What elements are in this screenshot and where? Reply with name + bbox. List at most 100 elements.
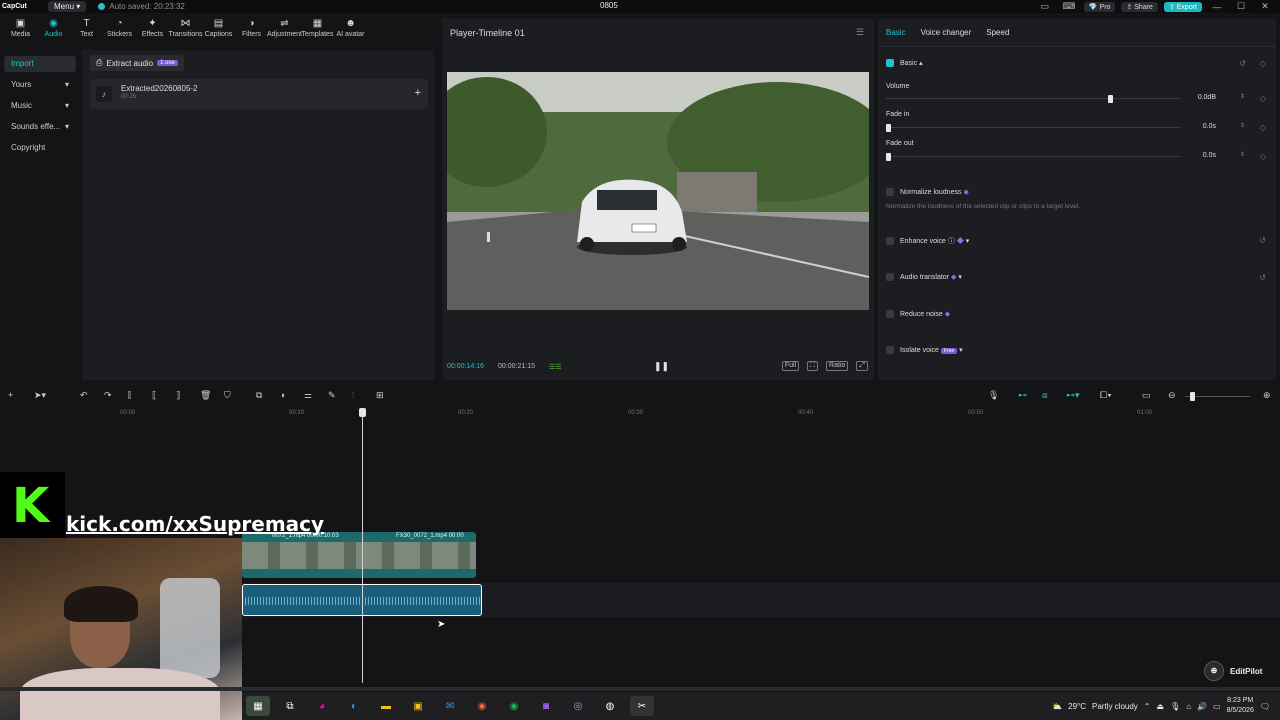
audio-item[interactable]: ♪ Extracted20260805-2 00:26 + [90,79,428,109]
hamburger-menu-icon[interactable]: ☰ [856,27,864,38]
redo-icon[interactable]: ↷ [104,390,112,401]
translator-checkbox[interactable] [886,273,894,282]
video-clip-track[interactable]: 0072_1.mp4 00:00:10:03 FX30_0072_1.mp4 0… [242,532,476,578]
keyframe-icon[interactable]: ◇ [1260,59,1266,68]
fade-out-value[interactable]: 0.0s [1180,152,1216,159]
nav-import[interactable]: Import [4,56,76,72]
weather-temp[interactable]: 29°C [1068,702,1086,711]
split-right-icon[interactable]: ⟧ [176,390,180,401]
brush-icon[interactable]: ✎ [328,390,336,401]
timeline-view-icon[interactable]: ☰☰ [549,363,562,371]
tool-filters[interactable]: ◑ Filters [235,18,268,46]
obs-icon[interactable]: ◍ [598,696,622,716]
reduce-noise-row[interactable]: Reduce noise ◆ [886,310,950,319]
steam-icon[interactable]: ◎ [566,696,590,716]
playhead[interactable] [362,408,363,683]
linkage-icon[interactable]: ⊷▾ [1066,390,1080,401]
minimize-icon[interactable]: — [1208,2,1226,12]
tool-captions[interactable]: ▤ Captions [202,18,235,46]
eject-icon[interactable]: ⏏ [1157,702,1165,711]
fullscreen-icon[interactable]: ⤢ [856,361,868,371]
volume-value[interactable]: 0.0dB [1180,94,1216,101]
volume-slider-knob[interactable] [1108,95,1113,103]
reduce-noise-checkbox[interactable] [886,310,894,319]
mask-icon[interactable]: ◐ [281,390,286,400]
reset-icon[interactable]: ↺ [1239,59,1246,68]
crop-icon[interactable]: ⧉ [256,390,262,401]
tool-ai-avatar[interactable]: ☻ AI avatar [334,18,367,46]
tool-transitions[interactable]: ⋈ Transitions [169,18,203,46]
nav-music[interactable]: Music ▾ [4,98,76,114]
layout-icon[interactable]: ▭ [1036,1,1054,12]
keyframe-icon[interactable]: ◇ [1260,94,1266,103]
ratio-button[interactable]: Ratio [826,361,849,371]
keyframe-icon[interactable]: ◇ [1260,152,1266,161]
zoom-out-icon[interactable]: ⊖ [1168,390,1176,401]
stepper-icon[interactable]: ⇕ [1240,151,1245,158]
stepper-icon[interactable]: ⇕ [1240,93,1245,100]
fade-out-slider[interactable] [886,156,1181,157]
project-name[interactable]: 0805 [600,1,618,10]
reset-icon[interactable]: ↺ [1259,273,1266,282]
full-quality-button[interactable]: Full [781,361,800,371]
store-icon[interactable]: ▣ [406,696,430,716]
shortcuts-icon[interactable]: ⌨ [1060,1,1078,12]
notification-icon[interactable]: 🗨 [1260,702,1270,711]
reset-icon[interactable]: ↺ [1259,236,1266,245]
zoom-slider-knob[interactable] [1190,392,1195,401]
audio-wave-icon[interactable]: ⫶ [352,390,354,401]
nav-sound-effects[interactable]: Sounds effe... ▾ [4,119,76,135]
add-track-icon[interactable]: + [8,390,13,400]
enhance-voice-row[interactable]: Enhance voice ⓘ ◆ ▾ [886,236,969,246]
edge-icon[interactable]: ◐ [342,696,366,716]
menu-button[interactable]: Menu ▾ [48,1,87,12]
timeline-ruler[interactable]: 00:00 00:10 00:20 00:30 00:40 00:50 01:0… [0,406,1280,420]
discord-icon[interactable]: ◙ [534,696,558,716]
capcut-taskbar-icon[interactable]: ✂ [630,696,654,716]
video-preview[interactable] [447,72,869,310]
volume-icon[interactable]: 🔊 [1197,702,1207,711]
normalize-loudness-row[interactable]: Normalize loudness ◆ [886,188,969,197]
tool-text[interactable]: T Text [70,18,103,46]
undo-icon[interactable]: ↶ [80,390,88,401]
isolate-voice-row[interactable]: Isolate voice Free ▾ [886,346,963,355]
preview-axis-icon[interactable]: ⧠▾ [1100,390,1112,401]
main-track-magnet-icon[interactable]: ⊷ [1018,390,1027,401]
tab-basic[interactable]: Basic [886,28,906,37]
tab-voice-changer[interactable]: Voice changer [921,28,972,37]
delete-icon[interactable]: 🗑 [200,390,211,401]
file-explorer-icon[interactable]: ▬ [374,696,398,716]
select-tool-icon[interactable]: ➤▾ [34,390,46,401]
microphone-icon[interactable]: 🎙 [988,390,999,401]
nav-yours[interactable]: Yours ▾ [4,77,76,93]
weather-description[interactable]: Partly cloudy [1092,702,1138,711]
tool-templates[interactable]: ▦ Templates [301,18,334,46]
basic-checkbox[interactable] [886,59,894,68]
adjust-icon[interactable]: ⚌ [304,390,312,401]
basic-section-header[interactable]: Basic ▴ [886,59,923,68]
enhance-checkbox[interactable] [886,237,894,246]
outlook-icon[interactable]: ✉ [438,696,462,716]
playhead-handle[interactable] [359,408,366,417]
normalize-checkbox[interactable] [886,188,894,197]
auto-snap-icon[interactable]: ⧈ [1042,390,1048,401]
split-left-icon[interactable]: ⟦ [152,390,156,401]
volume-slider[interactable] [886,98,1181,99]
fade-out-slider-knob[interactable] [886,153,891,161]
chevron-up-icon[interactable]: ⌃ [1144,702,1151,711]
extract-audio-button[interactable]: ⎙ Extract audio 1 use [90,55,184,71]
zoom-in-icon[interactable]: ⊕ [1263,390,1271,401]
network-icon[interactable]: ⌂ [1186,702,1191,711]
isolate-checkbox[interactable] [886,346,894,355]
chrome-icon[interactable]: ◉ [470,696,494,716]
export-button[interactable]: ⇧ Export [1163,1,1202,12]
spotify-icon[interactable]: ◉ [502,696,526,716]
close-icon[interactable]: ✕ [1256,1,1274,12]
add-to-timeline-icon[interactable]: + [415,87,421,99]
pro-button[interactable]: 💎 Pro [1083,1,1116,12]
share-button[interactable]: ⇪ Share [1121,1,1158,12]
audio-translator-row[interactable]: Audio translator ◆ ▾ [886,273,962,282]
transform-icon[interactable]: ⊞ [376,390,384,401]
fade-in-slider[interactable] [886,127,1181,128]
battery-icon[interactable]: ▭ [1213,702,1221,711]
